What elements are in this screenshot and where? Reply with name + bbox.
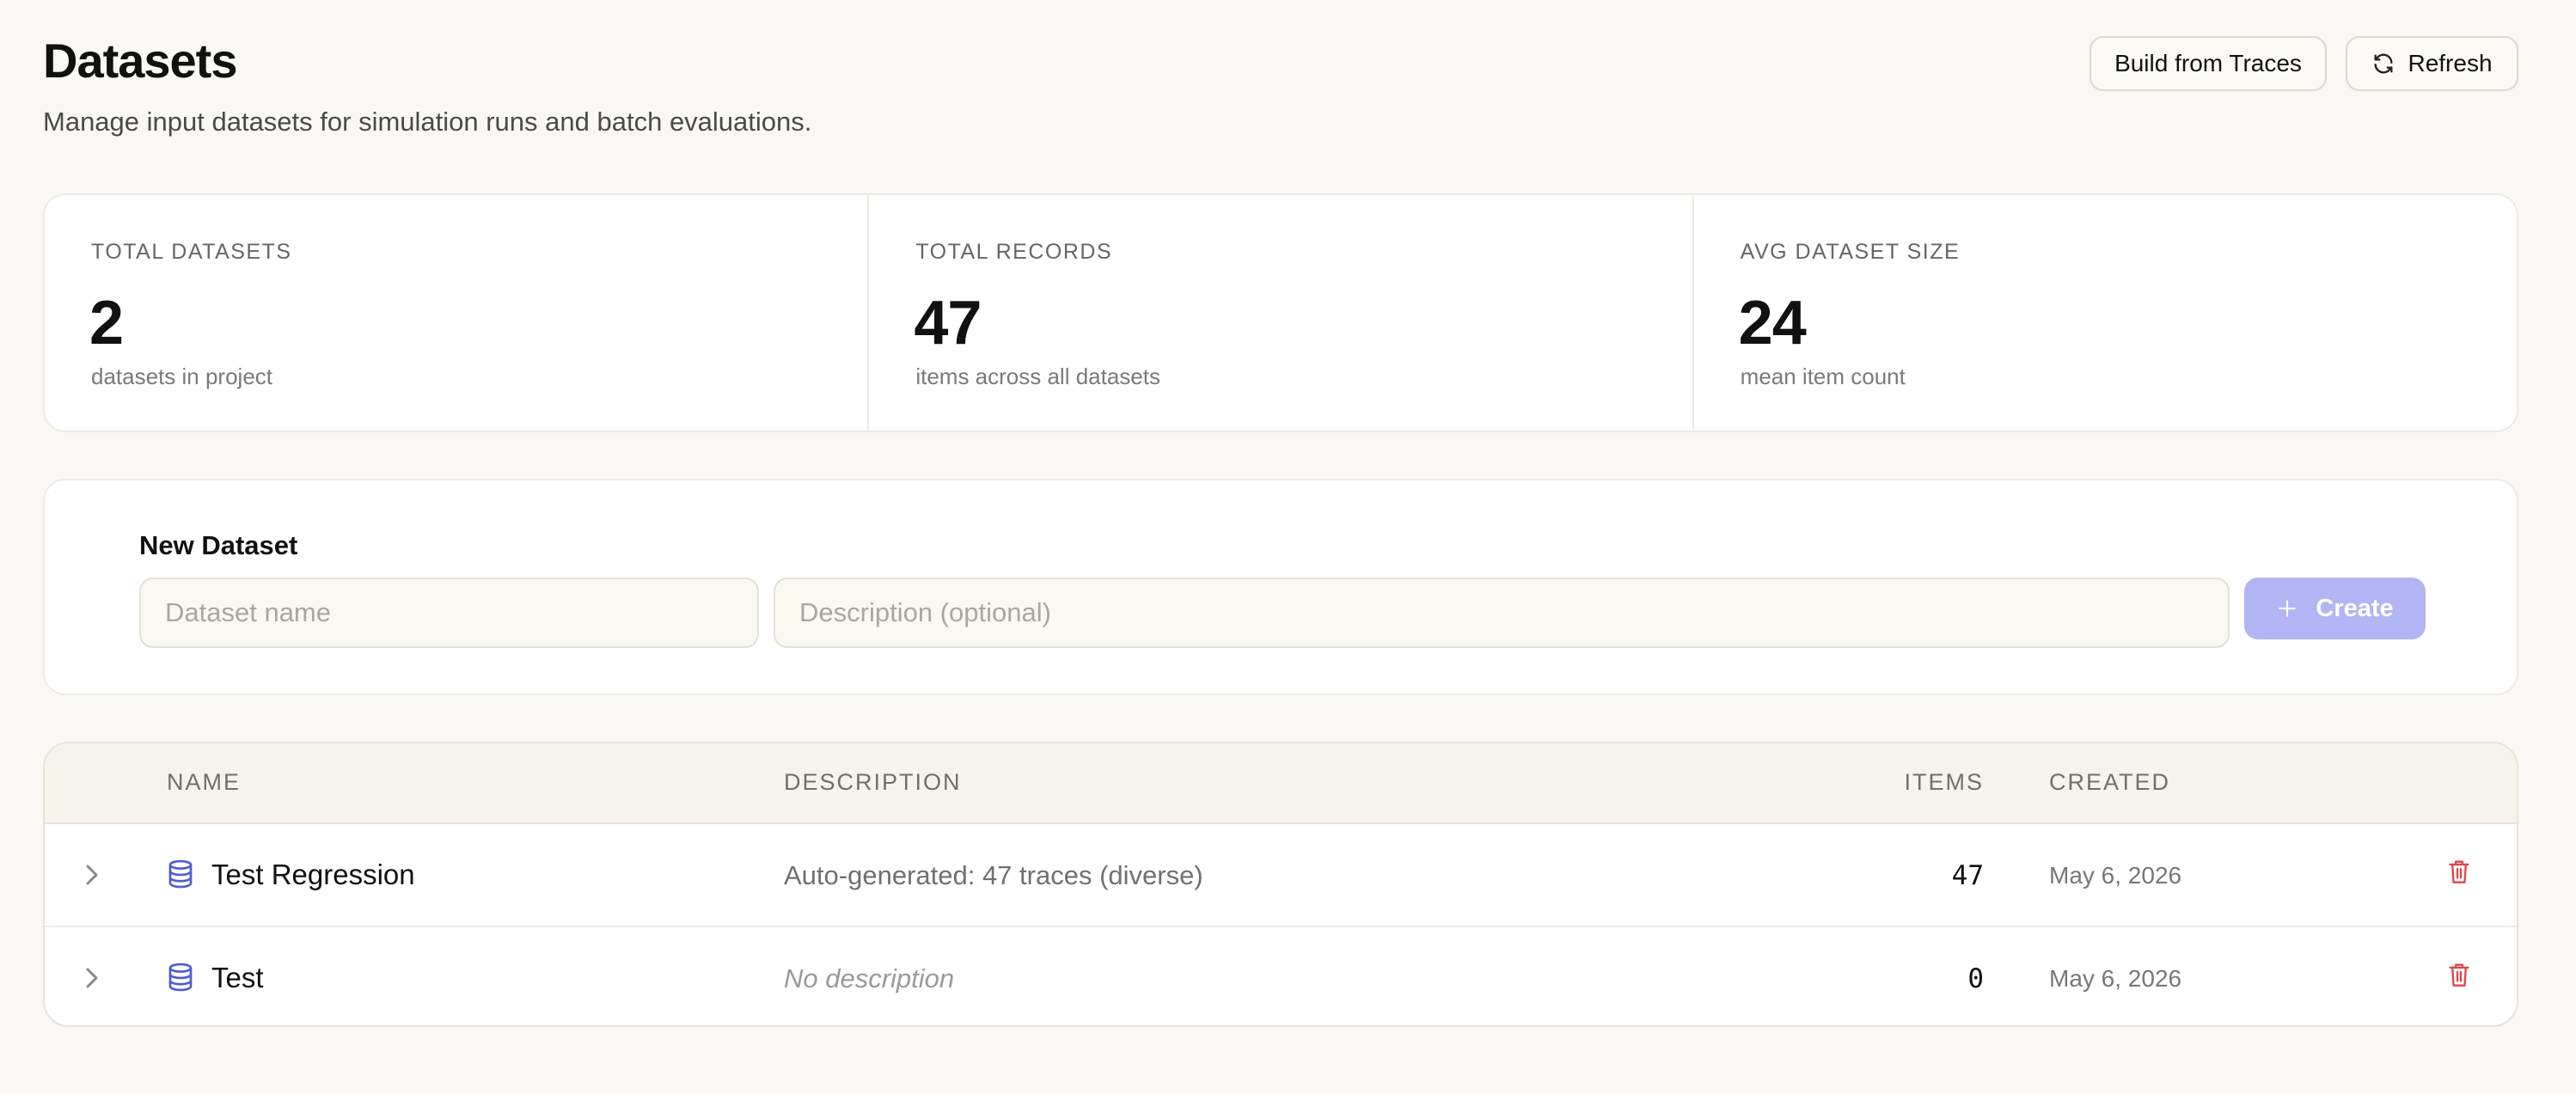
table-header: NAME DESCRIPTION ITEMS CREATED: [45, 743, 2517, 824]
stat-value: 2: [89, 289, 124, 358]
dataset-name-input[interactable]: [139, 578, 759, 648]
datasets-table: NAME DESCRIPTION ITEMS CREATED Test Regr…: [43, 742, 2518, 1027]
create-label: Create: [2316, 594, 2394, 622]
refresh-label: Refresh: [2408, 50, 2493, 76]
stats-panel: TOTAL DATASETS 2 datasets in project TOT…: [43, 193, 2518, 432]
dataset-created-date: May 6, 2026: [2049, 862, 2182, 889]
column-header-name[interactable]: NAME: [167, 769, 241, 796]
stat-label: AVG DATASET SIZE: [1740, 240, 1961, 264]
dataset-item-count: 47: [1951, 860, 1984, 891]
column-header-created[interactable]: CREATED: [2049, 769, 2170, 796]
build-from-traces-button[interactable]: Build from Traces: [2090, 36, 2327, 91]
build-from-traces-label: Build from Traces: [2114, 50, 2302, 76]
stat-avg-dataset-size: AVG DATASET SIZE 24 mean item count: [1694, 195, 2517, 431]
refresh-icon: [2374, 53, 2393, 74]
column-header-description[interactable]: DESCRIPTION: [784, 769, 962, 796]
database-icon: [168, 963, 193, 992]
stat-total-records: TOTAL RECORDS 47 items across all datase…: [869, 195, 1694, 431]
database-icon: [168, 859, 193, 889]
stat-caption: datasets in project: [91, 364, 273, 389]
page-title: Datasets: [43, 34, 237, 88]
new-dataset-card: New Dataset Create: [43, 479, 2518, 695]
dataset-name[interactable]: Test: [211, 962, 264, 994]
chevron-right-icon[interactable]: [83, 862, 101, 888]
dataset-item-count: 0: [1967, 963, 1984, 994]
dataset-created-date: May 6, 2026: [2049, 965, 2182, 992]
table-row[interactable]: Test No description 0 May 6, 2026: [45, 927, 2517, 1025]
refresh-button[interactable]: Refresh: [2346, 36, 2518, 91]
stat-value: 24: [1738, 289, 1807, 358]
chevron-right-icon[interactable]: [83, 965, 101, 991]
stat-label: TOTAL RECORDS: [915, 240, 1113, 264]
table-row[interactable]: Test Regression Auto-generated: 47 trace…: [45, 824, 2517, 927]
page-subtitle: Manage input datasets for simulation run…: [43, 107, 812, 137]
stat-label: TOTAL DATASETS: [91, 240, 292, 264]
stat-value: 47: [914, 289, 982, 358]
dataset-description: Auto-generated: 47 traces (diverse): [784, 860, 1203, 890]
trash-icon[interactable]: [2448, 859, 2470, 886]
dataset-description-input[interactable]: [774, 578, 2230, 648]
stat-total-datasets: TOTAL DATASETS 2 datasets in project: [45, 195, 870, 431]
trash-icon[interactable]: [2448, 962, 2470, 989]
stat-caption: mean item count: [1740, 364, 1906, 389]
stat-caption: items across all datasets: [915, 364, 1160, 389]
dataset-description: No description: [784, 963, 955, 993]
new-dataset-title: New Dataset: [139, 530, 298, 560]
column-header-items[interactable]: ITEMS: [1904, 769, 1984, 796]
dataset-name[interactable]: Test Regression: [211, 859, 415, 891]
create-button[interactable]: Create: [2244, 578, 2426, 639]
plus-icon: [2279, 600, 2297, 617]
